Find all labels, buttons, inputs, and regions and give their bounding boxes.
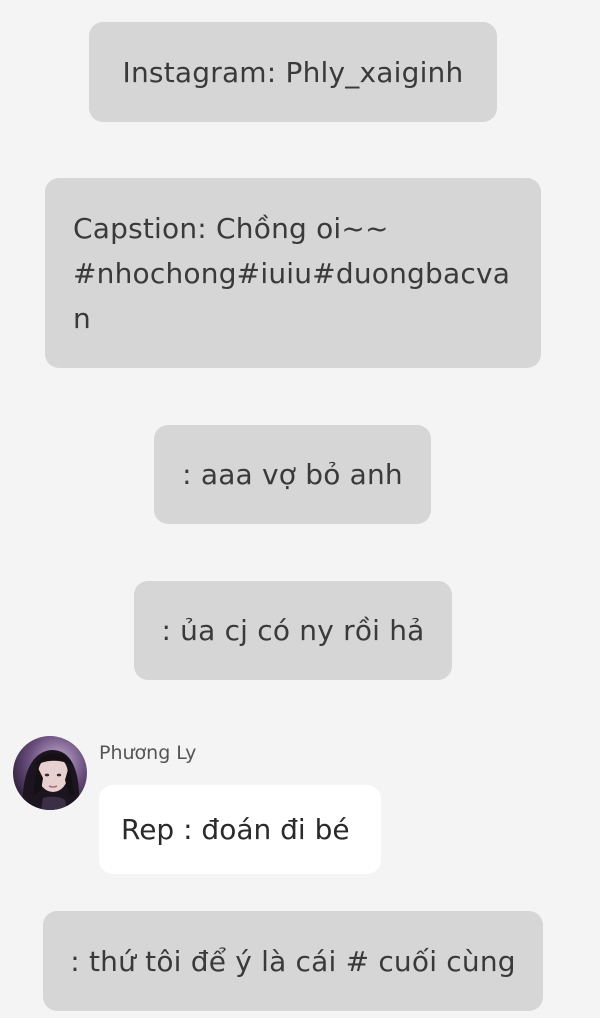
message-text-block: Capstion: Chồng oi~~ #nhochong#iuiu#duon… — [73, 206, 510, 341]
message-line-2: #nhochong#iuiu#duongbacva — [73, 256, 511, 290]
message-bubble-3[interactable]: : aaa vợ bỏ anh — [154, 425, 431, 524]
message-line-1: Capstion: Chồng oi~~ — [73, 211, 389, 245]
avatar[interactable] — [13, 736, 87, 810]
message-text: : aaa vợ bỏ anh — [182, 458, 403, 491]
message-bubble-instagram[interactable]: Instagram: Phly_xaiginh — [89, 22, 497, 122]
message-text: : thứ tôi để ý là cái # cuối cùng — [70, 944, 516, 978]
message-bubble-caption[interactable]: Capstion: Chồng oi~~ #nhochong#iuiu#duon… — [45, 178, 541, 368]
message-text: : ủa cj có ny rồi hả — [161, 614, 425, 647]
message-text: Instagram: Phly_xaiginh — [122, 55, 464, 89]
message-bubble-4[interactable]: : ủa cj có ny rồi hả — [134, 581, 452, 680]
reply-text: Rep : đoán đi bé — [121, 813, 350, 846]
sender-name: Phương Ly — [99, 742, 197, 764]
message-line-3: n — [73, 301, 91, 335]
message-bubble-last[interactable]: : thứ tôi để ý là cái # cuối cùng — [43, 911, 543, 1011]
avatar-image — [13, 736, 87, 810]
reply-bubble[interactable]: Rep : đoán đi bé — [99, 785, 381, 874]
